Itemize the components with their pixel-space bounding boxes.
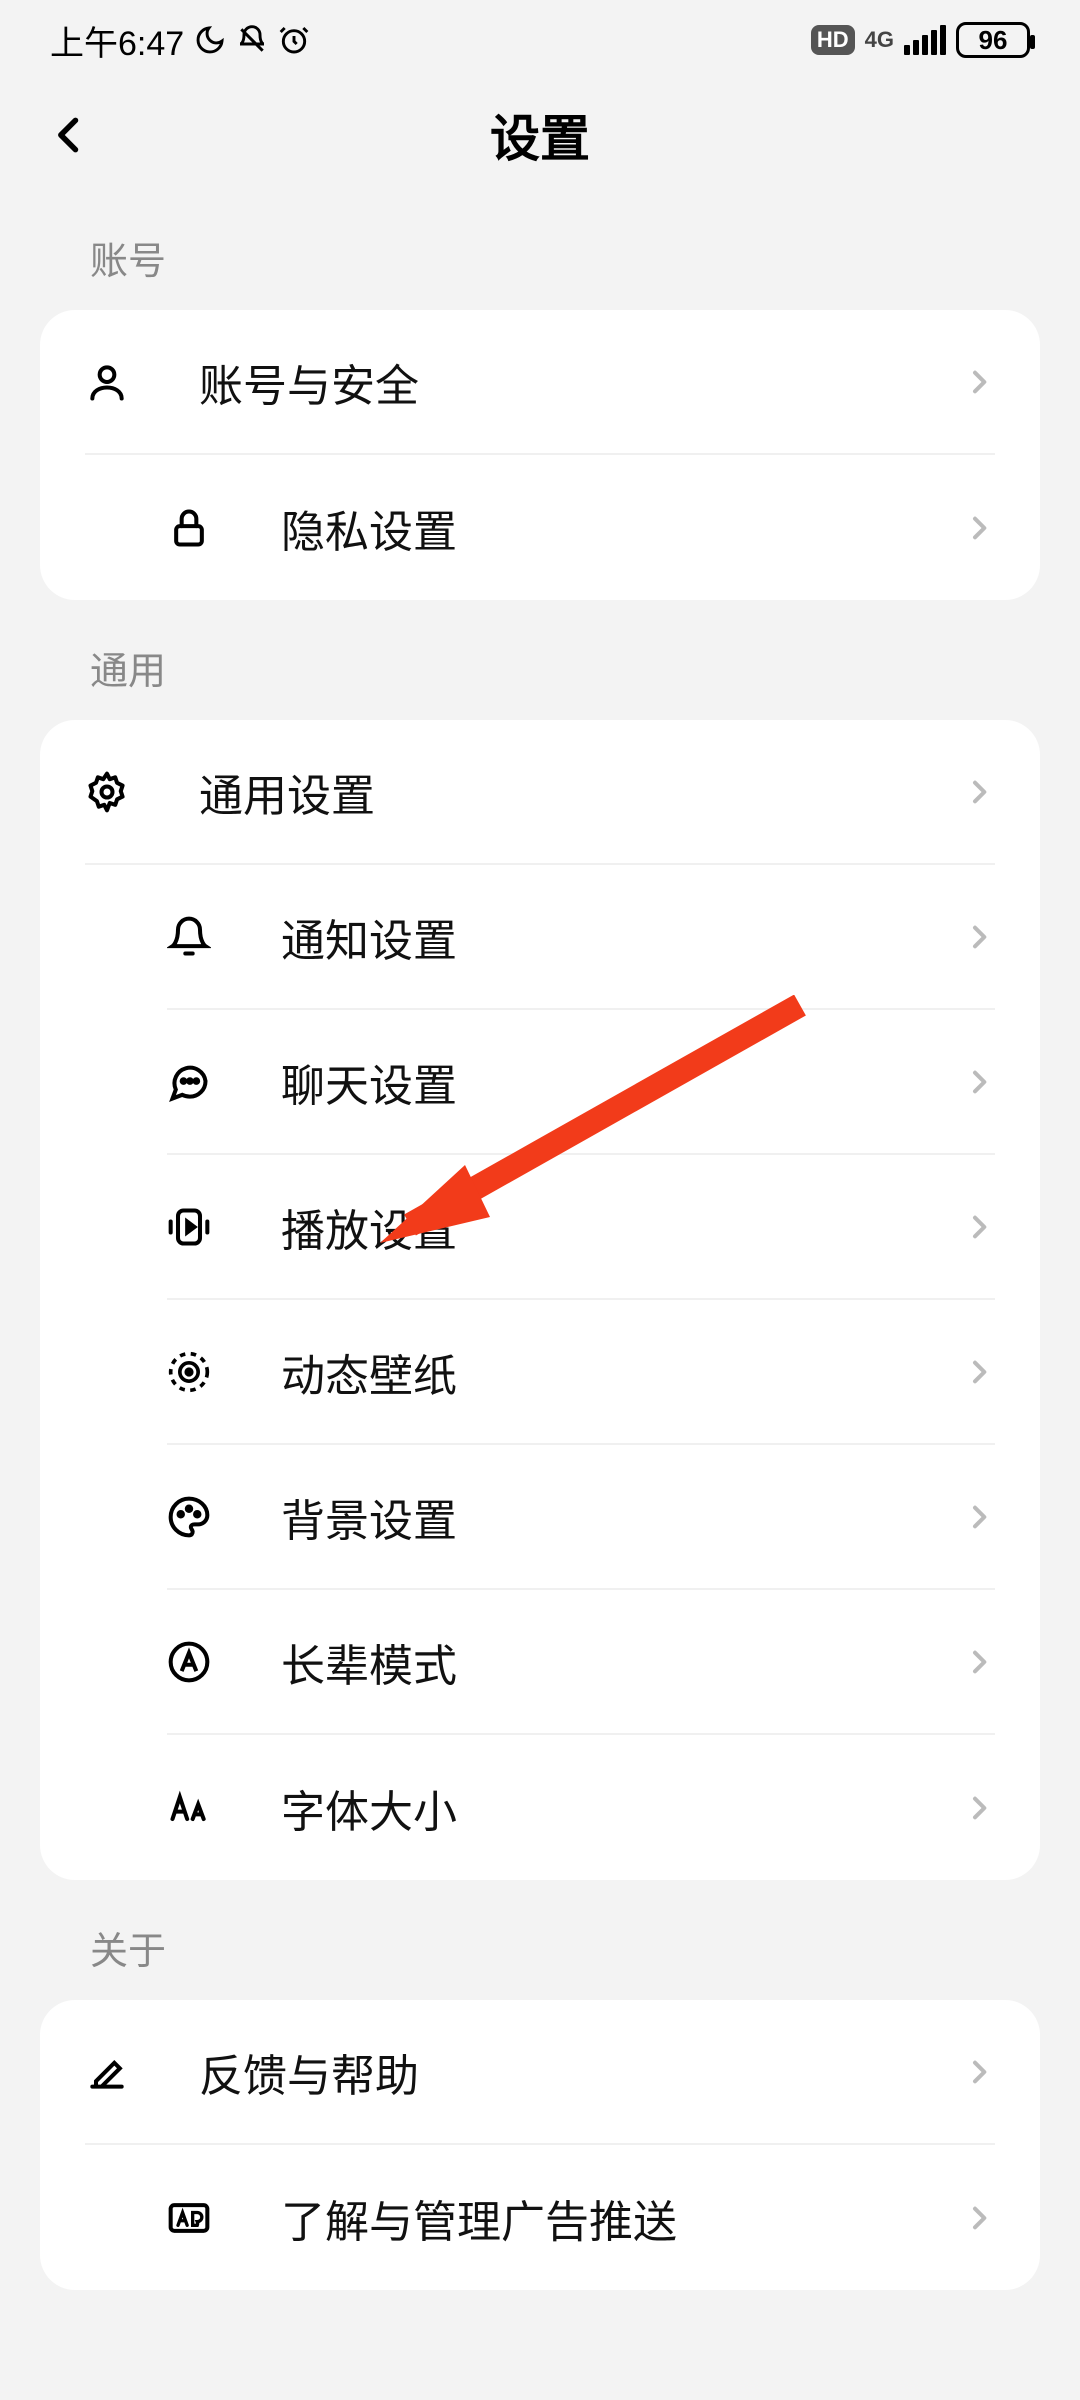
card-about: 反馈与帮助 了解与管理广告推送 bbox=[40, 2000, 1040, 2290]
row-label: 聊天设置 bbox=[281, 1050, 963, 1114]
bell-icon bbox=[167, 915, 211, 959]
page-title: 设置 bbox=[0, 99, 1080, 171]
row-label: 隐私设置 bbox=[281, 496, 963, 560]
row-general[interactable]: 通用设置 bbox=[85, 720, 995, 865]
chevron-right-icon bbox=[963, 1211, 995, 1243]
pencil-icon bbox=[85, 2050, 129, 2094]
row-chat[interactable]: 聊天设置 bbox=[167, 1010, 995, 1155]
hd-badge: HD bbox=[811, 25, 855, 55]
row-feedback[interactable]: 反馈与帮助 bbox=[85, 2000, 995, 2145]
signal-icon bbox=[904, 25, 946, 55]
chevron-right-icon bbox=[963, 366, 995, 398]
row-label: 播放设置 bbox=[281, 1195, 963, 1259]
row-wallpaper[interactable]: 动态壁纸 bbox=[167, 1300, 995, 1445]
gear-icon bbox=[85, 770, 129, 814]
chevron-right-icon bbox=[963, 1501, 995, 1533]
row-label: 字体大小 bbox=[281, 1776, 963, 1840]
card-general: 通用设置 通知设置 聊天设置 播放设置 bbox=[40, 720, 1040, 1880]
chevron-right-icon bbox=[963, 776, 995, 808]
row-label: 通用设置 bbox=[199, 760, 963, 824]
chevron-right-icon bbox=[963, 512, 995, 544]
chevron-right-icon bbox=[963, 1066, 995, 1098]
row-font-size[interactable]: 字体大小 bbox=[167, 1735, 995, 1880]
chevron-right-icon bbox=[963, 2202, 995, 2234]
row-playback[interactable]: 播放设置 bbox=[167, 1155, 995, 1300]
card-account: 账号与安全 隐私设置 bbox=[40, 310, 1040, 600]
row-label: 长辈模式 bbox=[281, 1630, 963, 1694]
row-label: 通知设置 bbox=[281, 905, 963, 969]
row-ads[interactable]: 了解与管理广告推送 bbox=[167, 2145, 995, 2290]
alarm-icon bbox=[278, 24, 310, 56]
play-icon bbox=[167, 1205, 211, 1249]
font-icon bbox=[167, 1786, 211, 1830]
chevron-right-icon bbox=[963, 921, 995, 953]
user-icon bbox=[85, 360, 129, 404]
row-label: 背景设置 bbox=[281, 1485, 963, 1549]
section-header-general: 通用 bbox=[40, 600, 1040, 720]
lock-icon bbox=[167, 506, 211, 550]
row-label: 动态壁纸 bbox=[281, 1340, 963, 1404]
section-header-account: 账号 bbox=[40, 190, 1040, 310]
target-icon bbox=[167, 1350, 211, 1394]
section-header-about: 关于 bbox=[40, 1880, 1040, 2000]
app-header: 设置 bbox=[0, 80, 1080, 190]
row-elder-mode[interactable]: 长辈模式 bbox=[167, 1590, 995, 1735]
row-label: 了解与管理广告推送 bbox=[281, 2186, 963, 2250]
row-account-security[interactable]: 账号与安全 bbox=[85, 310, 995, 455]
moon-icon bbox=[194, 24, 226, 56]
chevron-right-icon bbox=[963, 1646, 995, 1678]
palette-icon bbox=[167, 1495, 211, 1539]
status-bar: 上午6:47 HD 4G 96 bbox=[0, 0, 1080, 80]
back-button[interactable] bbox=[40, 105, 100, 165]
row-label: 反馈与帮助 bbox=[199, 2040, 963, 2104]
row-background[interactable]: 背景设置 bbox=[167, 1445, 995, 1590]
mute-icon bbox=[236, 24, 268, 56]
a-circle-icon bbox=[167, 1640, 211, 1684]
chevron-right-icon bbox=[963, 2056, 995, 2088]
battery-indicator: 96 bbox=[956, 22, 1030, 58]
status-time: 上午6:47 bbox=[50, 16, 184, 65]
network-label: 4G bbox=[865, 29, 894, 51]
row-notifications[interactable]: 通知设置 bbox=[167, 865, 995, 1010]
chat-icon bbox=[167, 1060, 211, 1104]
row-label: 账号与安全 bbox=[199, 350, 963, 414]
row-privacy[interactable]: 隐私设置 bbox=[167, 455, 995, 600]
chevron-right-icon bbox=[963, 1792, 995, 1824]
ad-icon bbox=[167, 2196, 211, 2240]
chevron-right-icon bbox=[963, 1356, 995, 1388]
